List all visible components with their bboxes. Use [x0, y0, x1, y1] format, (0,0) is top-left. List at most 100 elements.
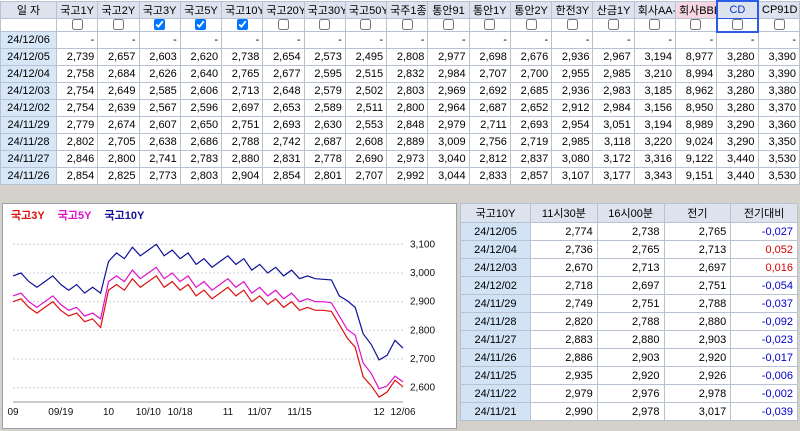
column-header-국주1종[interactable]: 국주1종	[386, 0, 429, 19]
value-cell-1130: 2,820	[530, 312, 598, 331]
x-axis-label: 11/15	[287, 407, 312, 418]
value-cell: 2,693	[509, 116, 553, 134]
column-checkbox-한전3Y[interactable]	[566, 19, 578, 31]
column-header-국고20Y[interactable]: 국고20Y	[262, 0, 305, 19]
value-cell: 2,880	[221, 150, 264, 168]
date-cell: 24/12/05	[0, 48, 57, 66]
value-cell: 2,854	[55, 167, 99, 185]
value-cell: 2,687	[303, 133, 346, 151]
column-header-회사BBB-[interactable]: 회사BBB-	[674, 0, 718, 19]
value-cell: 2,857	[509, 167, 553, 185]
column-header-국고5Y[interactable]: 국고5Y	[179, 0, 223, 19]
change-cell: -0,023	[730, 330, 798, 349]
change-cell: -0,092	[730, 312, 798, 331]
checkbox-cell	[633, 17, 676, 32]
date-cell: 24/11/28	[0, 133, 57, 151]
column-header-국고2Y[interactable]: 국고2Y	[97, 0, 140, 19]
value-cell: 2,889	[386, 133, 429, 151]
column-checkbox-통안2Y[interactable]	[525, 19, 537, 31]
value-cell: 2,502	[344, 82, 388, 100]
value-cell: 2,719	[509, 133, 553, 151]
change-cell: 0,052	[730, 240, 798, 259]
value-cell: 2,800	[386, 99, 429, 117]
table-row: 24/11/29 2,749 2,751 2,788 -0,037	[460, 294, 798, 313]
series-line-국고5Y	[12, 266, 404, 390]
column-header-통안91[interactable]: 통안91	[427, 0, 470, 19]
column-header-통안2Y[interactable]: 통안2Y	[509, 0, 553, 19]
value-cell: 2,698	[468, 48, 511, 66]
column-header-국고10Y[interactable]: 국고10Y	[221, 0, 264, 19]
value-cell: 3,044	[427, 167, 470, 185]
checkbox-cell	[179, 17, 223, 32]
column-checkbox-국주1종[interactable]	[401, 19, 413, 31]
column-checkbox-국고30Y[interactable]	[319, 19, 331, 31]
checkbox-cell	[551, 17, 594, 32]
value-cell-1600: 2,976	[596, 384, 665, 403]
column-checkbox-통안1Y[interactable]	[484, 19, 496, 31]
value-cell: 9,024	[674, 133, 718, 151]
column-checkbox-CP91D[interactable]	[773, 19, 785, 31]
date-cell: 24/11/27	[0, 150, 57, 168]
value-cell: 2,969	[427, 82, 470, 100]
value-cell-1600: 2,978	[596, 402, 665, 421]
column-header-국고50Y[interactable]: 국고50Y	[344, 0, 388, 19]
value-cell: 2,754	[55, 82, 99, 100]
column-header-date[interactable]: 일 자	[0, 0, 57, 19]
date-cell: 24/11/28	[460, 312, 531, 331]
value-cell: 3,440	[716, 167, 759, 185]
column-header-한전3Y[interactable]: 한전3Y	[551, 0, 594, 19]
date-cell: 24/11/26	[0, 167, 57, 185]
column-checkbox-통안91[interactable]	[443, 19, 455, 31]
column-header-국고3Y[interactable]: 국고3Y	[138, 0, 181, 19]
date-cell: 24/12/05	[460, 222, 531, 241]
value-cell: 2,603	[138, 48, 181, 66]
value-cell: 2,707	[468, 65, 511, 83]
column-checkbox-국고20Y[interactable]	[277, 19, 289, 31]
column-checkbox-회사BBB-[interactable]	[690, 19, 702, 31]
x-axis-label: 10/10	[136, 407, 161, 418]
intraday-table-body: 24/12/05 2,774 2,738 2,765 -0,027 24/12/04 2,7…	[460, 222, 798, 421]
value-cell: 2,738	[221, 48, 264, 66]
value-cell: 2,607	[138, 116, 181, 134]
x-axis-label: 09	[7, 407, 19, 418]
checkbox-cell	[55, 17, 99, 32]
value-cell: -	[138, 31, 181, 49]
value-cell: 3,530	[757, 167, 800, 185]
value-cell-1130: 2,886	[530, 348, 598, 367]
value-cell: 2,700	[509, 65, 553, 83]
date-cell: 24/12/06	[0, 31, 57, 49]
column-header-통안1Y[interactable]: 통안1Y	[468, 0, 511, 19]
table-row: 24/12/04 2,736 2,765 2,713 0,052	[460, 240, 798, 259]
chart-legend: 국고3Y 국고5Y 국고10Y	[11, 207, 154, 223]
column-header-국고30Y[interactable]: 국고30Y	[303, 0, 346, 19]
column-header-국고1Y[interactable]: 국고1Y	[55, 0, 99, 19]
column-header-CP91D[interactable]: CP91D	[757, 0, 800, 19]
value-cell: 2,803	[179, 167, 223, 185]
value-cell: 2,936	[551, 82, 594, 100]
column-header-회사AA-[interactable]: 회사AA-	[633, 0, 676, 19]
column-checkbox-국고2Y[interactable]	[112, 19, 124, 31]
table-row: 24/12/05 2,739 2,657 2,603 2,620 2,738 2,654 2,…	[0, 48, 800, 66]
column-header-산금1Y[interactable]: 산금1Y	[592, 0, 635, 19]
column-checkbox-국고3Y[interactable]	[154, 19, 166, 31]
column-checkbox-회사AA-[interactable]	[649, 19, 661, 31]
column-checkbox-국고1Y[interactable]	[71, 19, 83, 31]
column-checkbox-산금1Y[interactable]	[608, 19, 620, 31]
column-header-CD[interactable]: CD	[715, 0, 760, 19]
table-row: 24/11/25 2,935 2,920 2,926 -0,006	[460, 366, 798, 385]
y-axis-label: 2,800	[410, 325, 435, 336]
table-row: 24/12/02 2,754 2,639 2,567 2,596 2,697 2,653 2,…	[0, 99, 800, 117]
column-checkbox-국고50Y[interactable]	[360, 19, 372, 31]
table-row: 24/11/29 2,779 2,674 2,607 2,650 2,751 2,693 2,…	[0, 116, 800, 134]
value-cell: 3,290	[716, 133, 759, 151]
column-checkbox-국고10Y[interactable]	[236, 19, 248, 31]
value-cell-1600: 2,920	[596, 366, 665, 385]
value-cell: -	[55, 31, 99, 49]
value-cell: 3,051	[592, 116, 635, 134]
y-axis-label: 3,000	[410, 268, 435, 279]
value-cell: 2,585	[138, 82, 181, 100]
column-checkbox-CD[interactable]	[731, 19, 743, 30]
column-checkbox-국고5Y[interactable]	[195, 19, 207, 31]
date-cell: 24/11/25	[460, 366, 531, 385]
value-cell: 2,676	[509, 48, 553, 66]
